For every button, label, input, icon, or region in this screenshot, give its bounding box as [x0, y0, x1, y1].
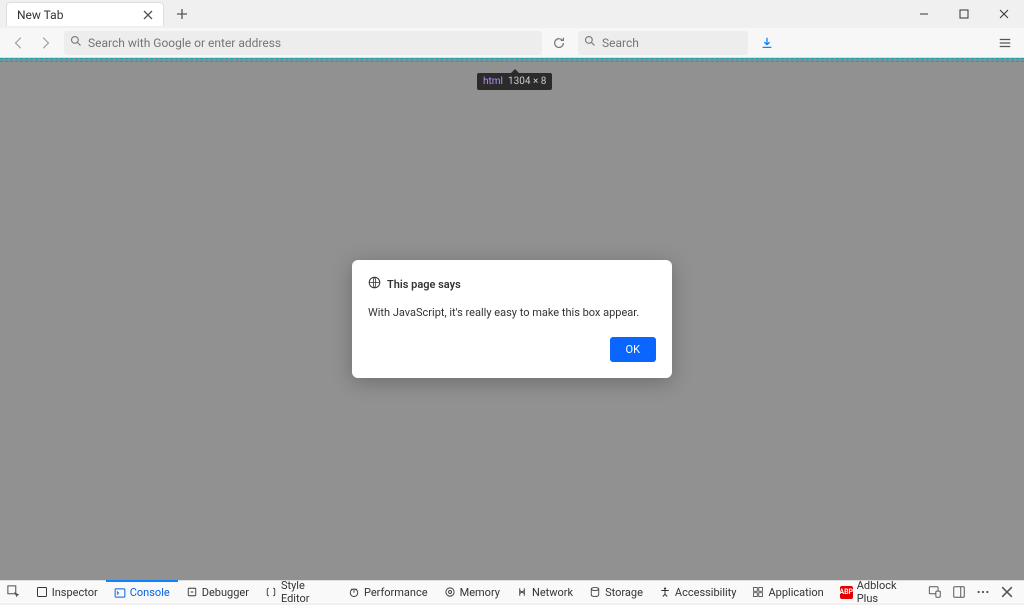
alert-dialog: This page says With JavaScript, it's rea… [352, 260, 672, 378]
downloads-button[interactable] [756, 32, 778, 54]
devtools-tab-inspector[interactable]: Inspector [28, 581, 106, 603]
url-input[interactable] [88, 36, 536, 50]
search-bar[interactable] [578, 31, 748, 55]
address-bar[interactable] [64, 31, 542, 55]
search-icon [584, 35, 596, 50]
element-picker-button[interactable] [0, 585, 28, 599]
devtools-tab-performance[interactable]: Performance [340, 581, 436, 603]
app-menu-button[interactable] [994, 32, 1016, 54]
browser-tab[interactable]: New Tab [6, 2, 164, 26]
search-input[interactable] [602, 36, 758, 50]
abp-icon: ABP [840, 586, 853, 599]
devtools-tab-accessibility[interactable]: Accessibility [651, 581, 745, 603]
dialog-title: This page says [387, 278, 461, 291]
devtools-close-button[interactable] [996, 582, 1018, 602]
close-window-button[interactable] [984, 0, 1024, 28]
globe-icon [368, 276, 381, 292]
ok-button[interactable]: OK [610, 337, 656, 362]
tab-title: New Tab [17, 8, 63, 22]
new-tab-button[interactable] [170, 2, 194, 26]
dialog-message: With JavaScript, it's really easy to mak… [368, 306, 656, 319]
devtools-more-button[interactable] [972, 582, 994, 602]
maximize-button[interactable] [944, 0, 984, 28]
close-tab-button[interactable] [141, 8, 155, 22]
devtools-tab-style-editor[interactable]: Style Editor [257, 581, 340, 603]
search-icon [70, 35, 82, 50]
alert-backdrop: This page says With JavaScript, it's rea… [0, 58, 1024, 580]
forward-button[interactable] [34, 32, 56, 54]
responsive-design-button[interactable] [924, 582, 946, 602]
devtools-tab-adblock-plus[interactable]: ABPAdblock Plus [832, 581, 924, 603]
devtools-tab-console[interactable]: Console [106, 580, 178, 603]
devtools-tab-storage[interactable]: Storage [581, 581, 651, 603]
reload-button[interactable] [548, 32, 570, 54]
devtools-tab-network[interactable]: Network [508, 581, 581, 603]
dock-side-button[interactable] [948, 582, 970, 602]
devtools-tab-debugger[interactable]: Debugger [178, 581, 257, 603]
back-button[interactable] [8, 32, 30, 54]
devtools-tab-application[interactable]: Application [744, 581, 831, 603]
minimize-button[interactable] [904, 0, 944, 28]
devtools-tab-memory[interactable]: Memory [436, 581, 508, 603]
